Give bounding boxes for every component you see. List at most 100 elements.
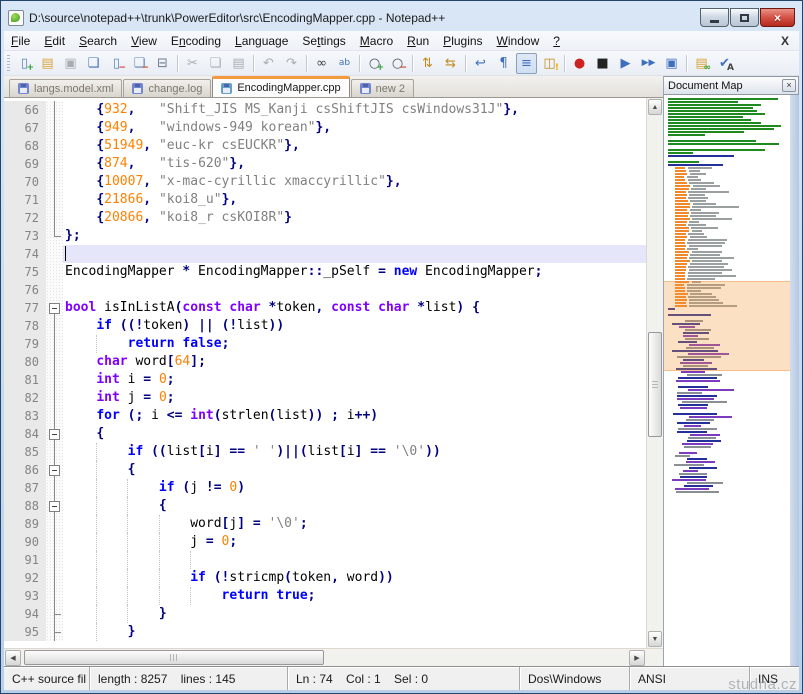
code-line[interactable]: {949, "windows-949 korean"}, [63, 119, 646, 137]
macro-stop-button[interactable]: ■ [592, 53, 613, 74]
show-all-characters-button[interactable]: ¶ [493, 53, 514, 74]
code-line[interactable]: {874, "tis-620"}, [63, 155, 646, 173]
editor-line: 86 { [4, 461, 646, 479]
code-text: int j = 0; [65, 390, 175, 405]
fold-margin-cell [46, 533, 63, 551]
code-line[interactable]: char word[64]; [63, 353, 646, 371]
close-all-button[interactable]: ❏− [129, 53, 150, 74]
menu-item-edit[interactable]: Edit [37, 32, 72, 50]
code-line[interactable]: { [63, 497, 646, 515]
macro-run-multiple-button[interactable]: ▶▶ [638, 53, 659, 74]
code-line[interactable]: int j = 0; [63, 389, 646, 407]
scroll-left-arrow[interactable]: ◀ [5, 650, 21, 666]
menubar-close-document-x[interactable]: X [771, 34, 799, 48]
code-line[interactable]: } [63, 605, 646, 623]
code-line[interactable]: {20866, "koi8_r csKOI8R"} [63, 209, 646, 227]
scroll-down-arrow[interactable]: ▼ [648, 631, 662, 647]
horizontal-scroll-thumb[interactable] [24, 650, 324, 665]
code-line[interactable]: EncodingMapper * EncodingMapper::_pSelf … [63, 263, 646, 281]
minimize-button[interactable] [700, 8, 729, 27]
document-map-viewport[interactable] [664, 281, 790, 371]
menu-item-encoding[interactable]: Encoding [164, 32, 228, 50]
code-line[interactable]: { [63, 425, 646, 443]
code-line[interactable]: if ((!token) || (!list)) [63, 317, 646, 335]
code-line[interactable] [63, 281, 646, 299]
code-line[interactable]: }; [63, 227, 646, 245]
fold-mark [54, 587, 55, 605]
menu-item-file[interactable]: File [4, 32, 37, 50]
menu-item-language[interactable]: Language [228, 32, 295, 50]
code-line[interactable]: { [63, 461, 646, 479]
code-text: EncodingMapper * EncodingMapper::_pSelf … [65, 264, 542, 279]
word-wrap-button[interactable]: ↩ [470, 53, 491, 74]
code-line[interactable]: {51949, "euc-kr csEUCKR"}, [63, 137, 646, 155]
code-line[interactable] [63, 551, 646, 569]
window-title: D:\source\notepad++\trunk\PowerEditor\sr… [29, 11, 694, 25]
fold-collapse-box[interactable] [49, 429, 60, 440]
fold-collapse-box[interactable] [49, 501, 60, 512]
document-map-close-button[interactable]: × [782, 79, 796, 92]
sync-vertical-scrolling-button[interactable]: ⇅ [417, 53, 438, 74]
fold-margin-cell [46, 425, 63, 443]
code-line[interactable]: j = 0; [63, 533, 646, 551]
vertical-scroll-thumb[interactable] [648, 332, 662, 437]
code-line[interactable]: if (!stricmp(token, word)) [63, 569, 646, 587]
scroll-up-arrow[interactable]: ▲ [648, 99, 662, 115]
code-line[interactable]: {10007, "x-mac-cyrillic xmaccyrillic"}, [63, 173, 646, 191]
macro-play-button[interactable]: ▶ [615, 53, 636, 74]
menu-item-view[interactable]: View [124, 32, 164, 50]
open-containing-folder-button[interactable]: ▤∞ [691, 53, 712, 74]
saved-icon [18, 83, 29, 94]
line-number: 75 [4, 263, 46, 281]
macro-save-button[interactable]: ▣ [661, 53, 682, 74]
code-line[interactable]: word[j] = '\0'; [63, 515, 646, 533]
user-defined-dialog-button[interactable]: ◫! [539, 53, 560, 74]
line-number: 92 [4, 569, 46, 587]
new-file-button[interactable]: ▯+ [14, 53, 35, 74]
spell-check-button[interactable]: ✔A [714, 53, 735, 74]
close-button[interactable]: × [760, 8, 795, 27]
code-line[interactable]: int i = 0; [63, 371, 646, 389]
close-file-button[interactable]: ▯− [106, 53, 127, 74]
show-indent-guide-button[interactable]: ≡ [516, 53, 537, 74]
title-bar[interactable]: D:\source\notepad++\trunk\PowerEditor\sr… [4, 4, 799, 31]
macro-record-button[interactable]: ● [569, 53, 590, 74]
print-button[interactable]: ⊟ [152, 53, 173, 74]
code-line[interactable]: bool isInListA(const char *token, const … [63, 299, 646, 317]
open-file-button[interactable]: ▤ [37, 53, 58, 74]
tab-encodingmapper.cpp[interactable]: EncodingMapper.cpp [212, 76, 349, 97]
code-line[interactable]: if ((list[i] == ' ')||(list[i] == '\0')) [63, 443, 646, 461]
menu-item-help[interactable]: ? [546, 32, 567, 50]
fold-mark [54, 335, 55, 353]
code-line[interactable]: {932, "Shift_JIS MS_Kanji csShiftJIS csW… [63, 101, 646, 119]
menu-item-plugins[interactable]: Plugins [436, 32, 489, 50]
code-line[interactable]: } [63, 623, 646, 641]
tab-change.log[interactable]: change.log [123, 79, 211, 97]
restore-button[interactable] [730, 8, 759, 27]
replace-button[interactable]: ab [334, 53, 355, 74]
code-line[interactable]: return true; [63, 587, 646, 605]
menu-item-search[interactable]: Search [72, 32, 124, 50]
save-all-button[interactable]: ❏ [83, 53, 104, 74]
code-line[interactable]: {21866, "koi8_u"}, [63, 191, 646, 209]
code-line[interactable]: for (; i <= int(strlen(list)) ; i++) [63, 407, 646, 425]
code-line[interactable]: if (j != 0) [63, 479, 646, 497]
code-editor[interactable]: 66 {932, "Shift_JIS MS_Kanji csShiftJIS … [4, 98, 646, 648]
zoom-out-button[interactable]: ○− [387, 53, 408, 74]
menu-item-run[interactable]: Run [400, 32, 436, 50]
menu-item-settings[interactable]: Settings [295, 32, 352, 50]
zoom-in-button[interactable]: ○+ [364, 53, 385, 74]
tab-new-2[interactable]: new 2 [351, 79, 414, 97]
fold-collapse-box[interactable] [49, 465, 60, 476]
fold-collapse-box[interactable] [49, 303, 60, 314]
fold-margin-cell [46, 551, 63, 569]
code-line[interactable] [63, 245, 646, 263]
code-line[interactable]: return false; [63, 335, 646, 353]
scroll-right-arrow[interactable]: ▶ [629, 650, 645, 666]
tab-langs.model.xml[interactable]: langs.model.xml [9, 79, 122, 97]
find-button[interactable]: ∞ [311, 53, 332, 74]
document-map-content[interactable] [664, 95, 790, 666]
menu-item-window[interactable]: Window [490, 32, 547, 50]
sync-horizontal-scrolling-button[interactable]: ⇆ [440, 53, 461, 74]
menu-item-macro[interactable]: Macro [353, 32, 400, 50]
